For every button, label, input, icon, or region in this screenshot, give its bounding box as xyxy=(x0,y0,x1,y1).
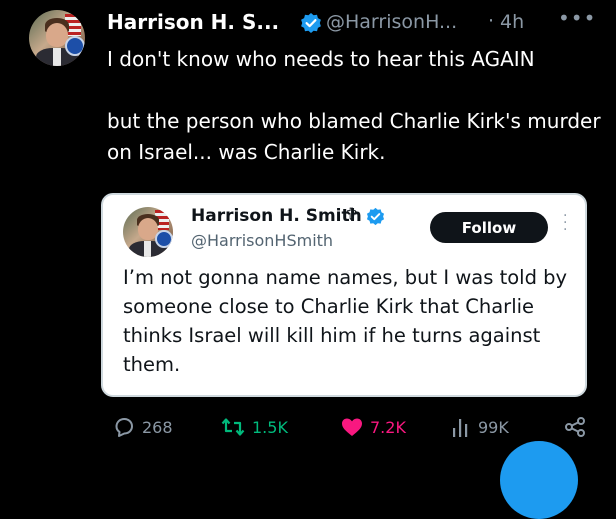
share-icon xyxy=(565,417,585,437)
repost-icon xyxy=(221,418,245,436)
views-count: 99K xyxy=(478,417,509,437)
quoted-more-icon[interactable]: · · · xyxy=(563,209,567,237)
tweet-timestamp[interactable]: 4h xyxy=(500,11,524,33)
quoted-tweet-text: I’m not gonna name names, but I was told… xyxy=(123,266,568,376)
heart-icon xyxy=(342,418,362,436)
analytics-icon xyxy=(453,419,468,437)
like-button[interactable]: 7.2K xyxy=(340,415,406,439)
share-button[interactable] xyxy=(563,415,587,439)
more-options-icon[interactable]: ••• xyxy=(558,6,596,30)
cross-emoji: ✞ xyxy=(345,205,360,225)
author-handle[interactable]: @HarrisonH... xyxy=(326,11,457,33)
author-avatar[interactable] xyxy=(29,10,85,66)
floating-compose-button[interactable] xyxy=(500,441,578,519)
like-count: 7.2K xyxy=(370,417,406,437)
avatar-shirt xyxy=(53,48,61,66)
author-name[interactable]: Harrison H. S... xyxy=(107,10,279,34)
repost-count: 1.5K xyxy=(252,417,288,437)
quoted-author-handle[interactable]: @HarrisonHSmith xyxy=(191,231,333,250)
repost-button[interactable]: 1.5K xyxy=(220,415,288,439)
quoted-author-avatar[interactable] xyxy=(123,207,173,257)
reply-button[interactable]: 268 xyxy=(112,415,173,439)
tweet-text: I don't know who needs to hear this AGAI… xyxy=(107,47,601,164)
avatar-shirt xyxy=(144,241,151,257)
views-button[interactable]: 99K xyxy=(450,415,509,439)
reply-count: 268 xyxy=(142,417,173,437)
avatar-badge-icon xyxy=(155,230,173,248)
header-separator: · xyxy=(488,10,495,32)
follow-button[interactable]: Follow xyxy=(430,212,548,243)
avatar-badge-icon xyxy=(65,36,85,56)
quoted-tweet-card[interactable]: Harrison H. Smith ✞ @HarrisonHSmith Foll… xyxy=(101,193,587,397)
quoted-author-name[interactable]: Harrison H. Smith xyxy=(191,206,362,226)
verified-badge-icon xyxy=(366,207,385,226)
reply-icon xyxy=(115,418,133,437)
verified-badge-icon xyxy=(301,13,321,33)
